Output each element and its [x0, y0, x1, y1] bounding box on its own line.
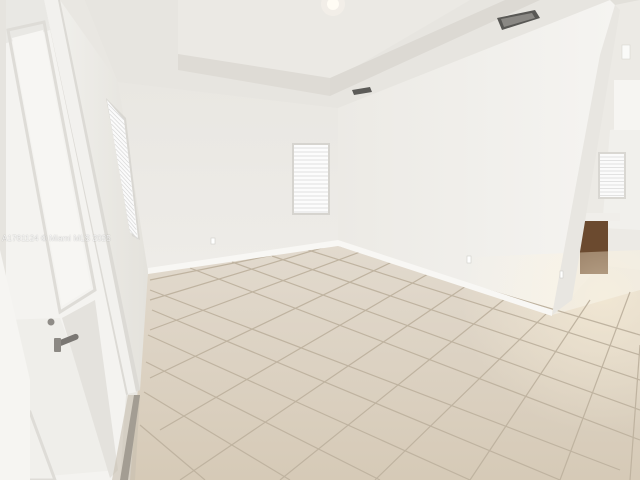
back-window — [292, 143, 330, 215]
window-blinds-icon — [294, 145, 328, 213]
power-outlet-icon — [210, 237, 216, 245]
watermark: A1761124 © Miami MLS 2025 — [2, 234, 111, 243]
power-outlet-icon — [466, 255, 472, 264]
power-outlet-icon — [559, 270, 564, 279]
far-window — [598, 152, 626, 199]
